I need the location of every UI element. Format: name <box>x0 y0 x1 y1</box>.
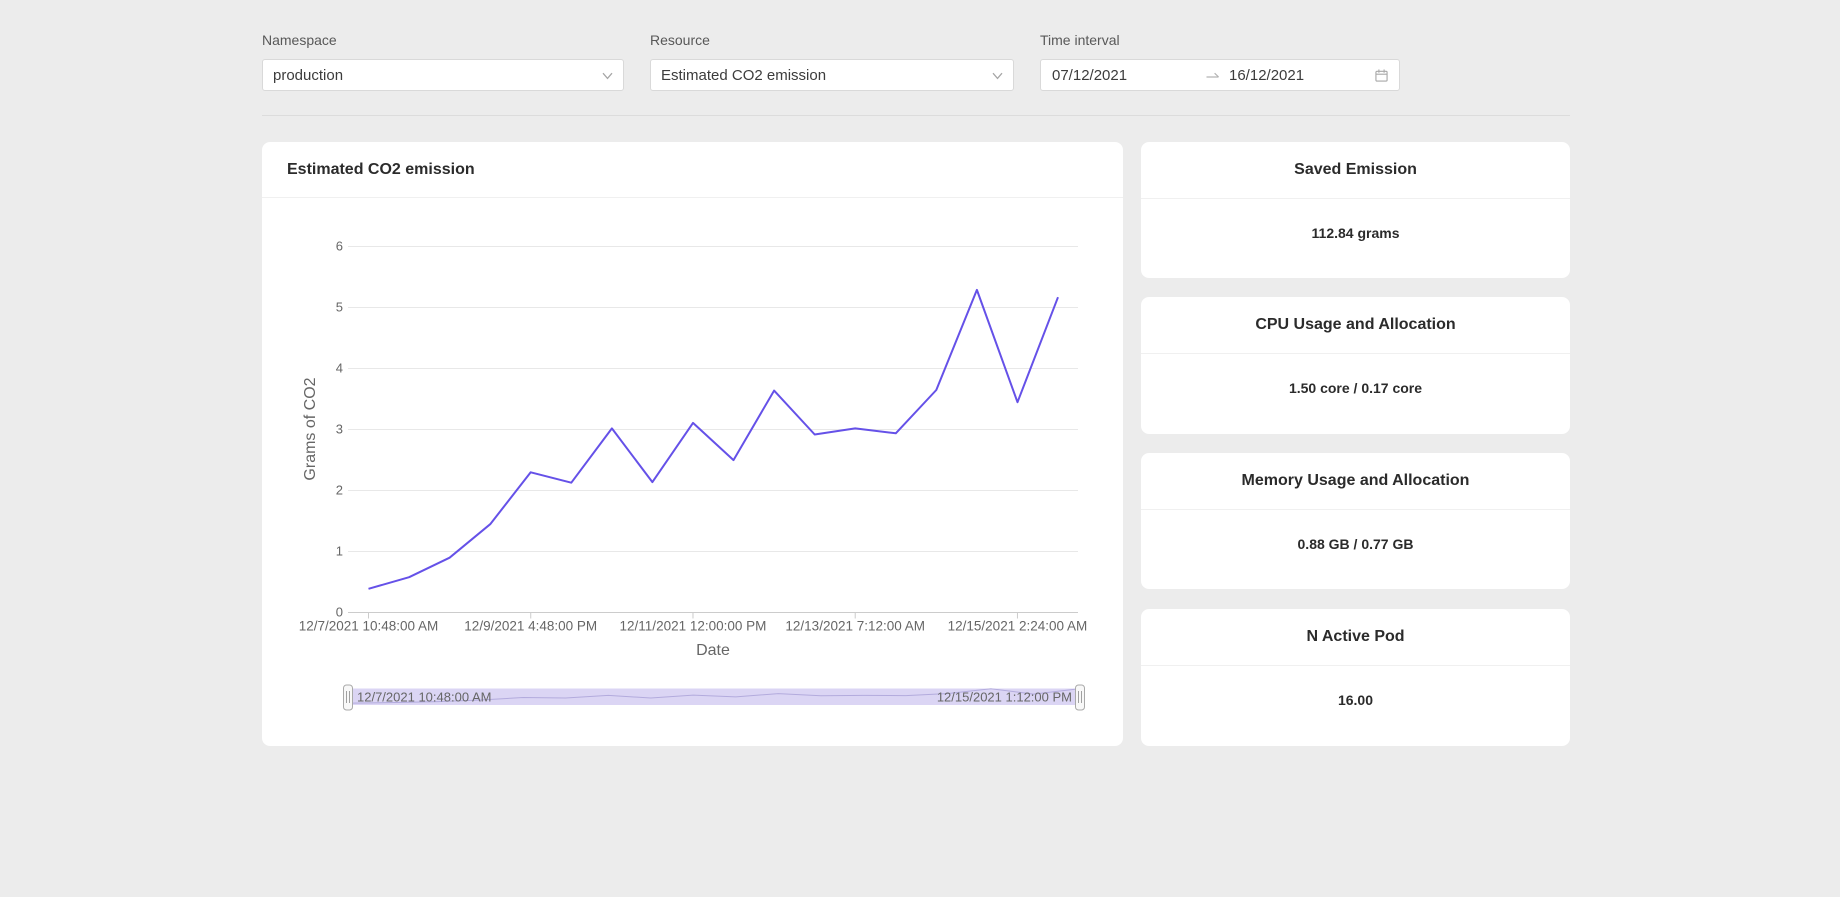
svg-text:2: 2 <box>336 483 343 498</box>
svg-text:1: 1 <box>336 544 343 559</box>
svg-text:12/7/2021 10:48:00 AM: 12/7/2021 10:48:00 AM <box>357 690 491 705</box>
svg-text:12/15/2021 2:24:00 AM: 12/15/2021 2:24:00 AM <box>948 619 1088 634</box>
svg-text:Grams of CO2: Grams of CO2 <box>302 377 319 480</box>
svg-text:4: 4 <box>336 361 343 376</box>
svg-text:12/15/2021 1:12:00 PM: 12/15/2021 1:12:00 PM <box>937 690 1072 705</box>
svg-text:Date: Date <box>696 642 730 659</box>
svg-text:5: 5 <box>336 300 343 315</box>
svg-text:12/11/2021 12:00:00 PM: 12/11/2021 12:00:00 PM <box>620 619 767 634</box>
svg-text:0: 0 <box>336 605 343 620</box>
svg-text:3: 3 <box>336 422 343 437</box>
svg-text:6: 6 <box>336 239 343 254</box>
svg-text:12/9/2021 4:48:00 PM: 12/9/2021 4:48:00 PM <box>464 619 597 634</box>
svg-text:12/13/2021 7:12:00 AM: 12/13/2021 7:12:00 AM <box>785 619 925 634</box>
svg-text:12/7/2021 10:48:00 AM: 12/7/2021 10:48:00 AM <box>299 619 439 634</box>
